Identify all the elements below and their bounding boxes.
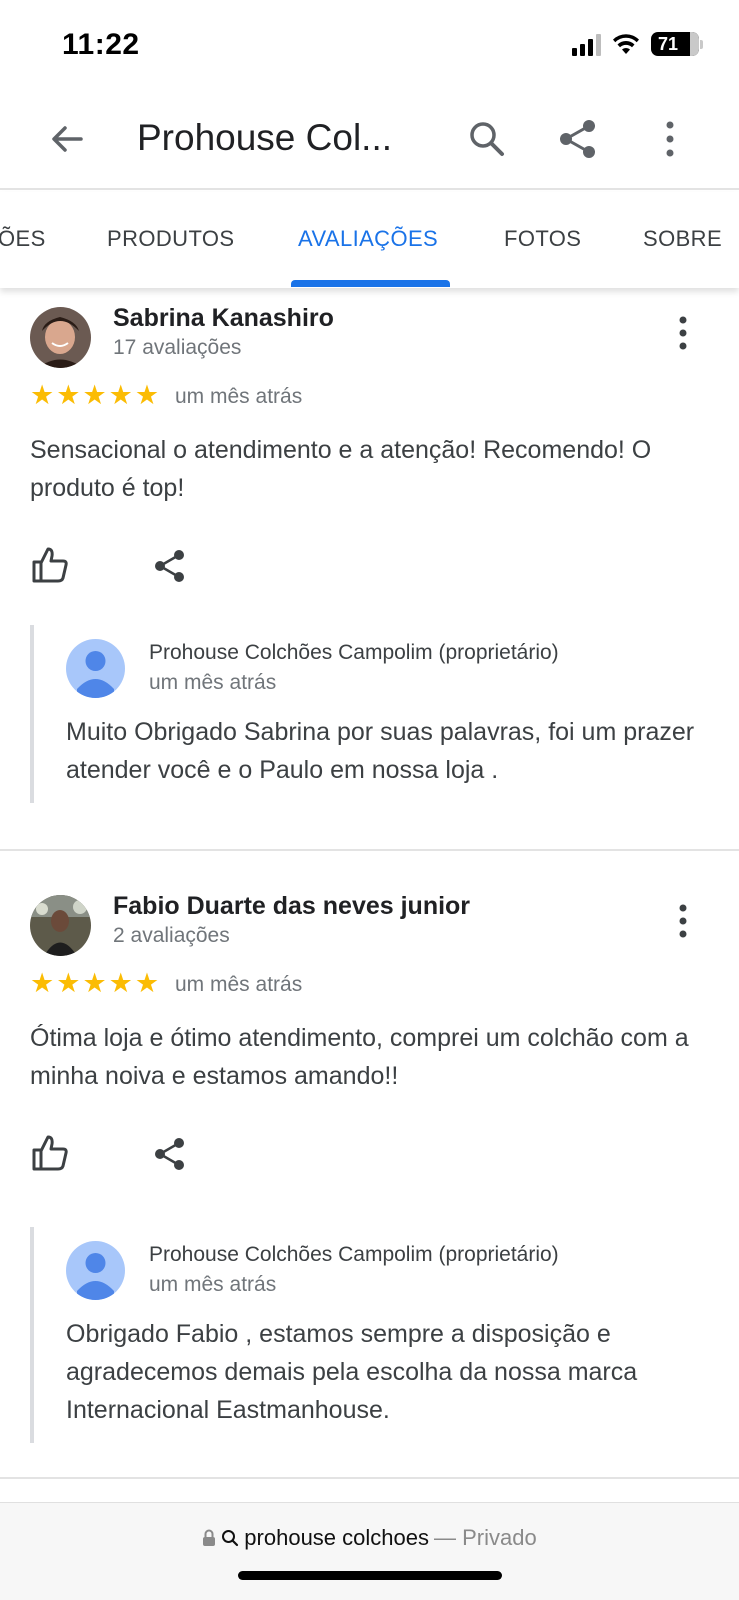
more-vert-icon (679, 904, 687, 938)
star-icon: ★ (108, 380, 133, 410)
search-icon (222, 1530, 239, 1547)
tab-fotos[interactable]: FOTOS (504, 226, 581, 252)
battery-level: 71 (658, 33, 679, 54)
tab-bar: ÕES PRODUTOS AVALIAÇÕES FOTOS SOBRE (0, 192, 739, 288)
star-icon: ★ (134, 380, 160, 410)
like-button[interactable] (30, 1133, 70, 1173)
private-mode-label: — Privado (433, 1525, 537, 1550)
divider (0, 849, 739, 851)
person-icon (77, 1253, 114, 1300)
tab-avaliacoes[interactable]: AVALIAÇÕES (298, 226, 438, 252)
thumb-up-icon (32, 1135, 68, 1171)
owner-avatar (66, 639, 125, 698)
wifi-icon (613, 34, 639, 54)
person-icon (77, 651, 114, 698)
avatar[interactable] (30, 895, 91, 956)
more-options-button[interactable] (652, 117, 688, 161)
battery-icon: 71 (651, 32, 699, 56)
review-more-button[interactable] (668, 902, 698, 942)
divider (0, 1477, 739, 1479)
home-indicator[interactable] (238, 1571, 502, 1580)
more-vert-icon (679, 316, 687, 350)
url-text: prohouse colchoes (244, 1525, 429, 1550)
owner-name: Prohouse Colchões Campolim (proprietário… (149, 641, 559, 664)
review-text: Ótima loja e ótimo atendimento, comprei … (30, 1024, 689, 1090)
star-icon: ★ (134, 968, 160, 998)
share-button[interactable] (556, 117, 600, 161)
app-bar: Prohouse Col... (0, 95, 739, 190)
share-review-button[interactable] (152, 1136, 188, 1172)
reviewer-review-count: 2 avaliações (113, 924, 230, 947)
owner-reply: Prohouse Colchões Campolim (proprietário… (30, 1227, 710, 1443)
avatar[interactable] (30, 307, 91, 368)
tab-produtos[interactable]: PRODUTOS (107, 226, 234, 252)
owner-reply-date: um mês atrás (149, 671, 277, 694)
search-button[interactable] (465, 117, 509, 161)
thumb-up-icon (32, 547, 68, 583)
review-date: um mês atrás (175, 385, 303, 408)
review-text: Sensacional o atendimento e a atenção! R… (30, 436, 652, 502)
owner-reply-date: um mês atrás (149, 1273, 277, 1296)
review-more-button[interactable] (668, 314, 698, 354)
share-icon (155, 550, 184, 582)
like-button[interactable] (30, 545, 70, 585)
browser-address-bar[interactable]: prohouse colchoes — Privado (0, 1502, 739, 1600)
star-icon: ★ (56, 968, 81, 998)
status-bar: 11:22 71 (0, 0, 739, 90)
lock-icon (203, 1529, 216, 1546)
star-rating: ★ ★ ★ ★ ★ (30, 382, 159, 409)
star-icon: ★ (56, 380, 81, 410)
star-icon: ★ (30, 380, 55, 410)
owner-reply-text: Obrigado Fabio , estamos sempre a dispos… (66, 1320, 638, 1424)
owner-reply-text: Muito Obrigado Sabrina por suas palavras… (66, 718, 695, 784)
more-vert-icon (666, 121, 674, 157)
share-review-button[interactable] (152, 548, 188, 584)
tab-opcoes[interactable]: ÕES (0, 226, 46, 252)
share-icon (155, 1138, 184, 1170)
page-title: Prohouse Col... (137, 117, 393, 158)
arrow-back-icon (52, 126, 83, 152)
star-rating: ★ ★ ★ ★ ★ (30, 970, 159, 997)
reviewer-name[interactable]: Sabrina Kanashiro (113, 304, 334, 333)
share-icon (560, 120, 595, 158)
star-icon: ★ (82, 968, 107, 998)
owner-name: Prohouse Colchões Campolim (proprietário… (149, 1243, 559, 1266)
cellular-signal-icon (572, 32, 601, 56)
search-icon (470, 122, 504, 156)
active-tab-indicator (291, 280, 450, 287)
back-button[interactable] (45, 117, 89, 161)
tab-sobre[interactable]: SOBRE (643, 226, 722, 252)
owner-avatar (66, 1241, 125, 1300)
star-icon: ★ (82, 380, 107, 410)
owner-reply: Prohouse Colchões Campolim (proprietário… (30, 625, 710, 803)
star-icon: ★ (30, 968, 55, 998)
reviewer-review-count: 17 avaliações (113, 336, 242, 359)
status-icons: 71 (572, 32, 703, 56)
reviewer-name[interactable]: Fabio Duarte das neves junior (113, 892, 470, 921)
star-icon: ★ (108, 968, 133, 998)
review-date: um mês atrás (175, 973, 303, 996)
url-row[interactable]: prohouse colchoes — Privado (0, 1525, 739, 1551)
status-time: 11:22 (62, 28, 140, 61)
